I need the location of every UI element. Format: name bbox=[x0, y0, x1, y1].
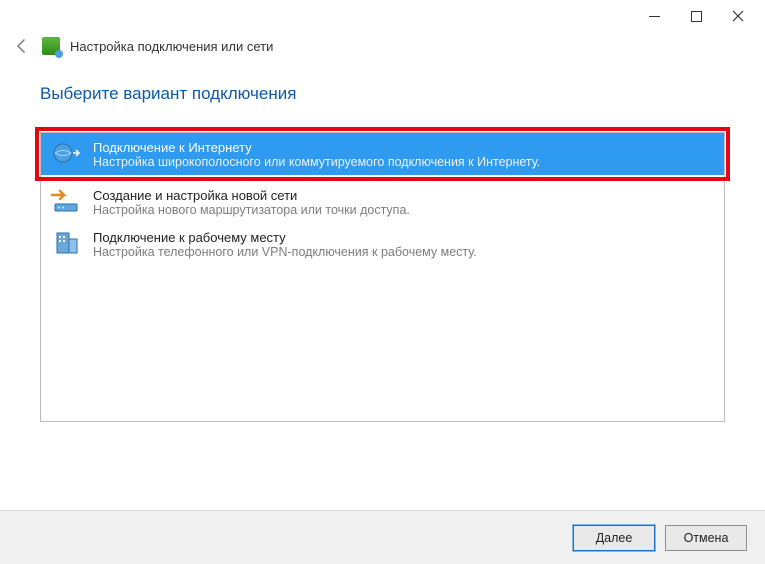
option-desc: Настройка телефонного или VPN-подключени… bbox=[93, 245, 477, 259]
option-list: Подключение к Интернету Настройка широко… bbox=[40, 132, 725, 422]
header-row: Настройка подключения или сети bbox=[0, 32, 765, 64]
router-icon bbox=[49, 187, 83, 215]
maximize-button[interactable] bbox=[675, 2, 717, 30]
back-button[interactable] bbox=[12, 36, 32, 56]
content-area: Выберите вариант подключения Подключение… bbox=[0, 64, 765, 422]
option-internet-connection[interactable]: Подключение к Интернету Настройка широко… bbox=[41, 133, 724, 175]
next-button[interactable]: Далее bbox=[573, 525, 655, 551]
option-texts: Создание и настройка новой сети Настройк… bbox=[93, 187, 410, 217]
option-title: Создание и настройка новой сети bbox=[93, 188, 410, 203]
option-new-network[interactable]: Создание и настройка новой сети Настройк… bbox=[41, 181, 724, 223]
cancel-button[interactable]: Отмена bbox=[665, 525, 747, 551]
window-title: Настройка подключения или сети bbox=[70, 39, 273, 54]
highlight-frame: Подключение к Интернету Настройка широко… bbox=[35, 127, 730, 181]
minimize-button[interactable] bbox=[633, 2, 675, 30]
option-title: Подключение к Интернету bbox=[93, 140, 540, 155]
close-button[interactable] bbox=[717, 2, 759, 30]
wizard-icon bbox=[42, 37, 60, 55]
building-icon bbox=[49, 229, 83, 257]
option-title: Подключение к рабочему месту bbox=[93, 230, 477, 245]
option-texts: Подключение к рабочему месту Настройка т… bbox=[93, 229, 477, 259]
page-heading: Выберите вариант подключения bbox=[40, 84, 725, 104]
option-texts: Подключение к Интернету Настройка широко… bbox=[93, 139, 540, 169]
option-workplace-connection[interactable]: Подключение к рабочему месту Настройка т… bbox=[41, 223, 724, 265]
globe-icon bbox=[49, 139, 83, 167]
option-desc: Настройка широкополосного или коммутируе… bbox=[93, 155, 540, 169]
titlebar bbox=[0, 0, 765, 32]
footer: Далее Отмена bbox=[0, 510, 765, 564]
option-desc: Настройка нового маршрутизатора или точк… bbox=[93, 203, 410, 217]
